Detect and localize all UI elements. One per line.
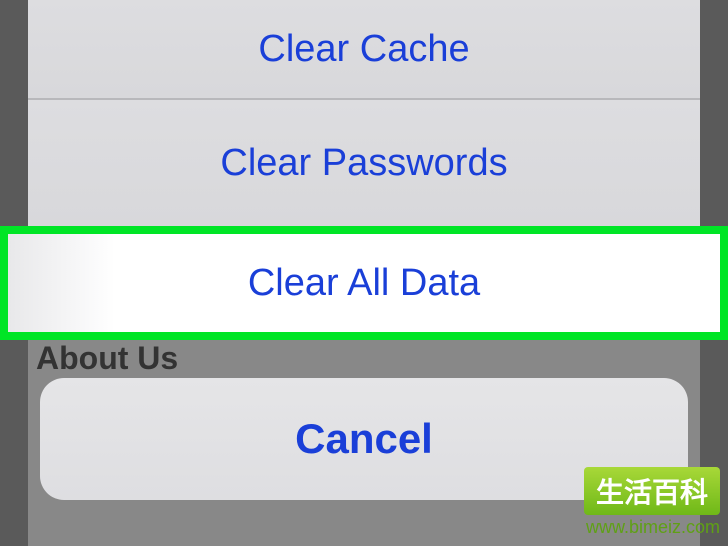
clear-cache-button[interactable]: Clear Cache bbox=[28, 0, 700, 100]
watermark-url: www.bimeiz.com bbox=[584, 517, 720, 538]
clear-cache-label: Clear Cache bbox=[258, 28, 469, 71]
clear-all-data-label: Clear All Data bbox=[248, 262, 480, 305]
cancel-label: Cancel bbox=[295, 415, 433, 463]
about-us-text: About Us bbox=[36, 340, 178, 377]
watermark-title: 生活百科 bbox=[584, 467, 720, 515]
clear-passwords-label: Clear Passwords bbox=[220, 142, 507, 185]
clear-all-data-button[interactable]: Clear All Data bbox=[0, 226, 728, 340]
watermark: 生活百科 www.bimeiz.com bbox=[584, 467, 720, 538]
clear-passwords-button[interactable]: Clear Passwords bbox=[28, 100, 700, 226]
